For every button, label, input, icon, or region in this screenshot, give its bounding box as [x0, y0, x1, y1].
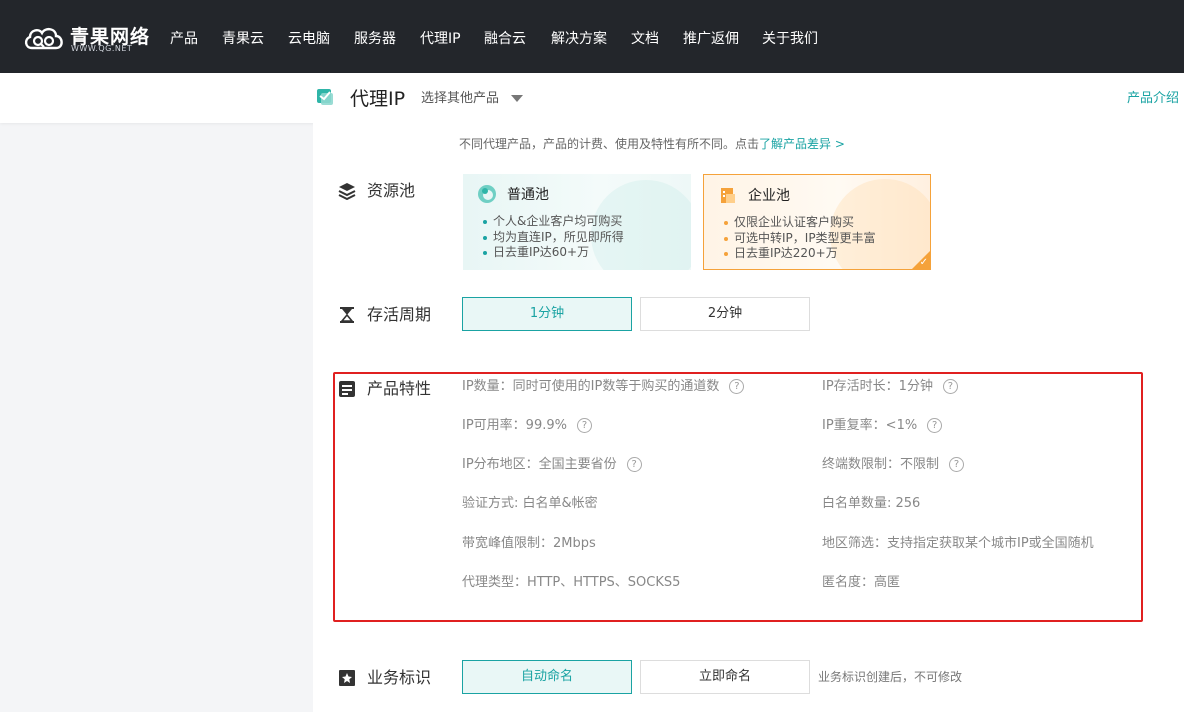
feature-text: 验证方式: 白名单&帐密	[462, 496, 598, 511]
feature-text: IP重复率：<1%	[822, 418, 918, 433]
help-icon[interactable]: ?	[927, 418, 943, 433]
list-item: 日去重IP达60+万	[483, 245, 624, 261]
section-label-cycle: 存活周期	[367, 305, 432, 324]
section-label-identifier: 业务标识	[367, 668, 432, 687]
feature-region-filter: 地区筛选：支持指定获取某个城市IP或全国随机	[822, 535, 1094, 553]
feature-text: IP分布地区：全国主要省份	[462, 457, 617, 472]
list-item: 可选中转IP，IP类型更丰富	[724, 231, 876, 247]
nav-item-about[interactable]: 关于我们	[762, 29, 818, 49]
pool-feature-list: 仅限企业认证客户购买 可选中转IP，IP类型更丰富 日去重IP达220+万	[724, 215, 876, 262]
diff-link[interactable]: 了解产品差异 >	[759, 137, 845, 151]
help-icon[interactable]: ?	[576, 418, 592, 433]
pool-name: 普通池	[507, 187, 549, 203]
section-label-features: 产品特性	[367, 379, 432, 398]
feature-ip-count: IP数量：同时可使用的IP数等于购买的通道数?	[462, 378, 745, 396]
feature-whitelist-count: 白名单数量: 256	[822, 495, 920, 513]
help-icon[interactable]: ?	[729, 379, 745, 394]
layers-icon	[338, 183, 356, 200]
top-navbar: 青果网络 WWW.QG.NET 产品 青果云 云电脑 服务器 代理IP 融合云 …	[0, 0, 1184, 73]
cycle-option-1min[interactable]: 1分钟	[462, 297, 632, 331]
pool-feature-list: 个人&企业客户均可购买 均为直连IP，所见即所得 日去重IP达60+万	[483, 214, 624, 261]
feature-text: IP可用率：99.9%	[462, 418, 567, 433]
product-switch-select[interactable]: 选择其他产品	[421, 90, 499, 108]
feature-auth: 验证方式: 白名单&帐密	[462, 495, 598, 513]
nav-item-qg-cloud[interactable]: 青果云	[222, 29, 264, 49]
list-item: 日去重IP达220+万	[724, 246, 876, 262]
nav-item-proxy-ip[interactable]: 代理IP	[420, 29, 461, 49]
cycle-option-2min[interactable]: 2分钟	[640, 297, 810, 331]
feature-anonymity: 匿名度：高匿	[822, 574, 900, 592]
hint-text: 不同代理产品，产品的计费、使用及特性有所不同。点击	[459, 137, 760, 151]
nav-item-fusion-cloud[interactable]: 融合云	[484, 29, 526, 49]
product-title: 代理IP	[350, 88, 406, 110]
nav-item-cloud-pc[interactable]: 云电脑	[288, 29, 330, 49]
checkmark-icon: ✓	[919, 257, 928, 268]
product-subheader: 代理IP 选择其他产品 产品介绍	[0, 73, 1184, 123]
caret-down-icon[interactable]	[511, 95, 523, 102]
feature-text: 代理类型：HTTP、HTTPS、SOCKS5	[462, 575, 681, 590]
feature-text: IP数量：同时可使用的IP数等于购买的通道数	[462, 379, 720, 394]
proxy-product-icon	[317, 89, 333, 105]
nav-item-server[interactable]: 服务器	[354, 29, 396, 49]
feature-region: IP分布地区：全国主要省份?	[462, 456, 642, 474]
pool-card-enterprise[interactable]: 企业池 仅限企业认证客户购买 可选中转IP，IP类型更丰富 日去重IP达220+…	[703, 174, 931, 270]
list-item: 均为直连IP，所见即所得	[483, 230, 624, 246]
feature-text: 地区筛选：支持指定获取某个城市IP或全国随机	[822, 536, 1094, 551]
identifier-tip: 业务标识创建后，不可修改	[818, 670, 963, 684]
hourglass-icon	[340, 307, 354, 323]
pool-card-normal[interactable]: 普通池 个人&企业客户均可购买 均为直连IP，所见即所得 日去重IP达60+万	[463, 174, 691, 270]
help-icon[interactable]: ?	[942, 379, 958, 394]
list-item: 仅限企业认证客户购买	[724, 215, 876, 231]
identifier-name-now-button[interactable]: 立即命名	[640, 660, 810, 694]
feature-text: 白名单数量: 256	[822, 496, 921, 511]
pool-name: 企业池	[748, 188, 790, 204]
brand-logo[interactable]: 青果网络 WWW.QG.NET	[22, 22, 152, 56]
feature-text: IP存活时长：1分钟	[822, 379, 933, 394]
enterprise-pool-icon	[721, 188, 735, 203]
nav-item-solutions[interactable]: 解决方案	[551, 29, 607, 49]
product-intro-link[interactable]: 产品介绍	[1127, 90, 1179, 108]
identifier-auto-name-button[interactable]: 自动命名	[462, 660, 632, 694]
feature-text: 带宽峰值限制：2Mbps	[462, 536, 596, 551]
help-icon[interactable]: ?	[949, 457, 965, 472]
product-diff-hint: 不同代理产品，产品的计费、使用及特性有所不同。点击了解产品差异 >	[459, 136, 845, 152]
feature-text: 匿名度：高匿	[822, 575, 901, 590]
document-icon	[339, 381, 355, 397]
feature-protocol: 代理类型：HTTP、HTTPS、SOCKS5	[462, 574, 680, 592]
list-item: 个人&企业客户均可购买	[483, 214, 624, 230]
nav-item-product[interactable]: 产品	[170, 29, 198, 49]
brand-domain: WWW.QG.NET	[71, 44, 133, 53]
feature-bandwidth: 带宽峰值限制：2Mbps	[462, 535, 596, 553]
help-icon[interactable]: ?	[626, 457, 642, 472]
feature-text: 终端数限制：不限制	[822, 457, 940, 472]
cloud-logo-icon	[24, 28, 63, 50]
feature-availability: IP可用率：99.9%?	[462, 417, 592, 435]
section-label-pool: 资源池	[367, 181, 416, 200]
nav-item-docs[interactable]: 文档	[631, 29, 659, 49]
bookmark-icon	[339, 670, 355, 686]
feature-terminal-limit: 终端数限制：不限制?	[822, 456, 965, 474]
feature-ip-lifetime: IP存活时长：1分钟?	[822, 378, 958, 396]
feature-repeat-rate: IP重复率：<1%?	[822, 417, 943, 435]
features-highlight-box	[333, 372, 1143, 622]
normal-pool-icon	[478, 185, 496, 203]
nav-item-affiliate[interactable]: 推广返佣	[683, 29, 739, 49]
